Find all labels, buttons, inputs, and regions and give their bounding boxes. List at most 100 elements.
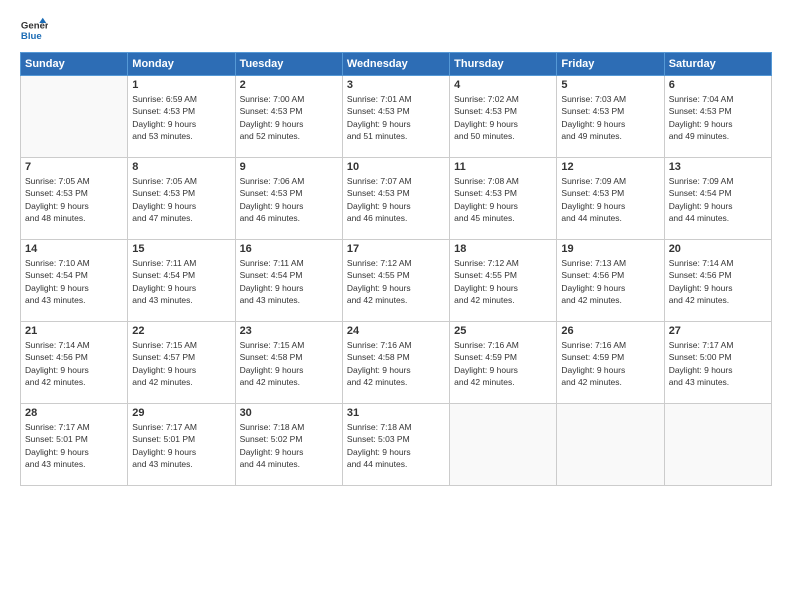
calendar-cell: 6 Sunrise: 7:04 AMSunset: 4:53 PMDaylight… xyxy=(664,76,771,158)
calendar-cell: 27 Sunrise: 7:17 AMSunset: 5:00 PMDayligh… xyxy=(664,322,771,404)
day-info: Sunrise: 7:09 AMSunset: 4:53 PMDaylight:… xyxy=(561,175,659,224)
day-number: 17 xyxy=(347,243,445,255)
calendar-week-2: 14Sunrise: 7:10 AMSunset: 4:54 PMDayligh… xyxy=(21,240,772,322)
day-number: 5 xyxy=(561,79,659,91)
calendar-cell: 24 Sunrise: 7:16 AMSunset: 4:58 PMDayligh… xyxy=(342,322,449,404)
day-number: 15 xyxy=(132,243,230,255)
calendar-cell: 8 Sunrise: 7:05 AMSunset: 4:53 PMDaylight… xyxy=(128,158,235,240)
day-info: Sunrise: 7:09 AMSunset: 4:54 PMDaylight:… xyxy=(669,175,767,224)
day-info: Sunrise: 7:12 AMSunset: 4:55 PMDaylight:… xyxy=(347,257,445,306)
calendar-week-1: 7 Sunrise: 7:05 AMSunset: 4:53 PMDaylight… xyxy=(21,158,772,240)
day-number: 31 xyxy=(347,407,445,419)
day-info: Sunrise: 7:15 AMSunset: 4:58 PMDaylight:… xyxy=(240,339,338,388)
day-number: 3 xyxy=(347,79,445,91)
day-number: 6 xyxy=(669,79,767,91)
calendar-body: 1 Sunrise: 6:59 AMSunset: 4:53 PMDaylight… xyxy=(21,76,772,486)
day-info: Sunrise: 7:16 AMSunset: 4:59 PMDaylight:… xyxy=(561,339,659,388)
calendar-week-4: 28Sunrise: 7:17 AMSunset: 5:01 PMDayligh… xyxy=(21,404,772,486)
day-number: 4 xyxy=(454,79,552,91)
day-number: 27 xyxy=(669,325,767,337)
logo-icon: General Blue xyxy=(20,16,48,44)
calendar-cell: 1 Sunrise: 6:59 AMSunset: 4:53 PMDaylight… xyxy=(128,76,235,158)
column-header-friday: Friday xyxy=(557,53,664,76)
day-info: Sunrise: 7:18 AMSunset: 5:02 PMDaylight:… xyxy=(240,421,338,470)
day-info: Sunrise: 7:13 AMSunset: 4:56 PMDaylight:… xyxy=(561,257,659,306)
day-number: 11 xyxy=(454,161,552,173)
day-info: Sunrise: 7:17 AMSunset: 5:00 PMDaylight:… xyxy=(669,339,767,388)
column-header-thursday: Thursday xyxy=(450,53,557,76)
calendar-cell: 2 Sunrise: 7:00 AMSunset: 4:53 PMDaylight… xyxy=(235,76,342,158)
day-number: 30 xyxy=(240,407,338,419)
day-number: 20 xyxy=(669,243,767,255)
day-info: Sunrise: 7:05 AMSunset: 4:53 PMDaylight:… xyxy=(25,175,123,224)
day-number: 18 xyxy=(454,243,552,255)
calendar-cell: 30 Sunrise: 7:18 AMSunset: 5:02 PMDayligh… xyxy=(235,404,342,486)
day-info: Sunrise: 7:00 AMSunset: 4:53 PMDaylight:… xyxy=(240,93,338,142)
day-number: 26 xyxy=(561,325,659,337)
day-info: Sunrise: 7:08 AMSunset: 4:53 PMDaylight:… xyxy=(454,175,552,224)
calendar-cell: 23 Sunrise: 7:15 AMSunset: 4:58 PMDayligh… xyxy=(235,322,342,404)
calendar-cell: 18 Sunrise: 7:12 AMSunset: 4:55 PMDayligh… xyxy=(450,240,557,322)
calendar-cell xyxy=(21,76,128,158)
day-info: Sunrise: 7:06 AMSunset: 4:53 PMDaylight:… xyxy=(240,175,338,224)
day-number: 8 xyxy=(132,161,230,173)
day-info: Sunrise: 6:59 AMSunset: 4:53 PMDaylight:… xyxy=(132,93,230,142)
calendar-cell: 26 Sunrise: 7:16 AMSunset: 4:59 PMDayligh… xyxy=(557,322,664,404)
day-info: Sunrise: 7:02 AMSunset: 4:53 PMDaylight:… xyxy=(454,93,552,142)
day-info: Sunrise: 7:18 AMSunset: 5:03 PMDaylight:… xyxy=(347,421,445,470)
calendar-cell: 10 Sunrise: 7:07 AMSunset: 4:53 PMDayligh… xyxy=(342,158,449,240)
day-info: Sunrise: 7:11 AMSunset: 4:54 PMDaylight:… xyxy=(240,257,338,306)
calendar-table: SundayMondayTuesdayWednesdayThursdayFrid… xyxy=(20,52,772,486)
calendar-cell: 16 Sunrise: 7:11 AMSunset: 4:54 PMDayligh… xyxy=(235,240,342,322)
calendar-cell: 17 Sunrise: 7:12 AMSunset: 4:55 PMDayligh… xyxy=(342,240,449,322)
day-number: 10 xyxy=(347,161,445,173)
calendar-cell: 13Sunrise: 7:09 AMSunset: 4:54 PMDayligh… xyxy=(664,158,771,240)
day-info: Sunrise: 7:05 AMSunset: 4:53 PMDaylight:… xyxy=(132,175,230,224)
calendar-cell: 25Sunrise: 7:16 AMSunset: 4:59 PMDayligh… xyxy=(450,322,557,404)
day-number: 12 xyxy=(561,161,659,173)
column-header-sunday: Sunday xyxy=(21,53,128,76)
day-info: Sunrise: 7:04 AMSunset: 4:53 PMDaylight:… xyxy=(669,93,767,142)
day-number: 9 xyxy=(240,161,338,173)
calendar-cell: 4 Sunrise: 7:02 AMSunset: 4:53 PMDaylight… xyxy=(450,76,557,158)
day-info: Sunrise: 7:12 AMSunset: 4:55 PMDaylight:… xyxy=(454,257,552,306)
day-number: 1 xyxy=(132,79,230,91)
day-number: 21 xyxy=(25,325,123,337)
day-number: 2 xyxy=(240,79,338,91)
column-header-tuesday: Tuesday xyxy=(235,53,342,76)
calendar-cell: 3 Sunrise: 7:01 AMSunset: 4:53 PMDaylight… xyxy=(342,76,449,158)
calendar-cell: 19 Sunrise: 7:13 AMSunset: 4:56 PMDayligh… xyxy=(557,240,664,322)
day-number: 24 xyxy=(347,325,445,337)
header: General Blue xyxy=(20,16,772,44)
day-info: Sunrise: 7:15 AMSunset: 4:57 PMDaylight:… xyxy=(132,339,230,388)
calendar-cell: 29 Sunrise: 7:17 AMSunset: 5:01 PMDayligh… xyxy=(128,404,235,486)
column-header-saturday: Saturday xyxy=(664,53,771,76)
column-header-wednesday: Wednesday xyxy=(342,53,449,76)
day-info: Sunrise: 7:01 AMSunset: 4:53 PMDaylight:… xyxy=(347,93,445,142)
calendar-container: General Blue SundayMondayTuesdayWednesda… xyxy=(0,0,792,612)
calendar-cell: 20 Sunrise: 7:14 AMSunset: 4:56 PMDayligh… xyxy=(664,240,771,322)
calendar-cell: 31 Sunrise: 7:18 AMSunset: 5:03 PMDayligh… xyxy=(342,404,449,486)
calendar-cell: 22Sunrise: 7:15 AMSunset: 4:57 PMDayligh… xyxy=(128,322,235,404)
day-number: 16 xyxy=(240,243,338,255)
day-info: Sunrise: 7:03 AMSunset: 4:53 PMDaylight:… xyxy=(561,93,659,142)
calendar-cell: 12 Sunrise: 7:09 AMSunset: 4:53 PMDayligh… xyxy=(557,158,664,240)
day-info: Sunrise: 7:07 AMSunset: 4:53 PMDaylight:… xyxy=(347,175,445,224)
calendar-cell: 21Sunrise: 7:14 AMSunset: 4:56 PMDayligh… xyxy=(21,322,128,404)
calendar-cell: 11 Sunrise: 7:08 AMSunset: 4:53 PMDayligh… xyxy=(450,158,557,240)
day-number: 25 xyxy=(454,325,552,337)
calendar-cell xyxy=(450,404,557,486)
day-number: 23 xyxy=(240,325,338,337)
calendar-cell: 28Sunrise: 7:17 AMSunset: 5:01 PMDayligh… xyxy=(21,404,128,486)
day-number: 7 xyxy=(25,161,123,173)
day-info: Sunrise: 7:10 AMSunset: 4:54 PMDaylight:… xyxy=(25,257,123,306)
day-info: Sunrise: 7:16 AMSunset: 4:58 PMDaylight:… xyxy=(347,339,445,388)
column-header-monday: Monday xyxy=(128,53,235,76)
calendar-week-0: 1 Sunrise: 6:59 AMSunset: 4:53 PMDaylight… xyxy=(21,76,772,158)
day-info: Sunrise: 7:14 AMSunset: 4:56 PMDaylight:… xyxy=(669,257,767,306)
day-info: Sunrise: 7:17 AMSunset: 5:01 PMDaylight:… xyxy=(132,421,230,470)
day-number: 19 xyxy=(561,243,659,255)
day-number: 29 xyxy=(132,407,230,419)
calendar-cell xyxy=(664,404,771,486)
calendar-cell: 7 Sunrise: 7:05 AMSunset: 4:53 PMDaylight… xyxy=(21,158,128,240)
